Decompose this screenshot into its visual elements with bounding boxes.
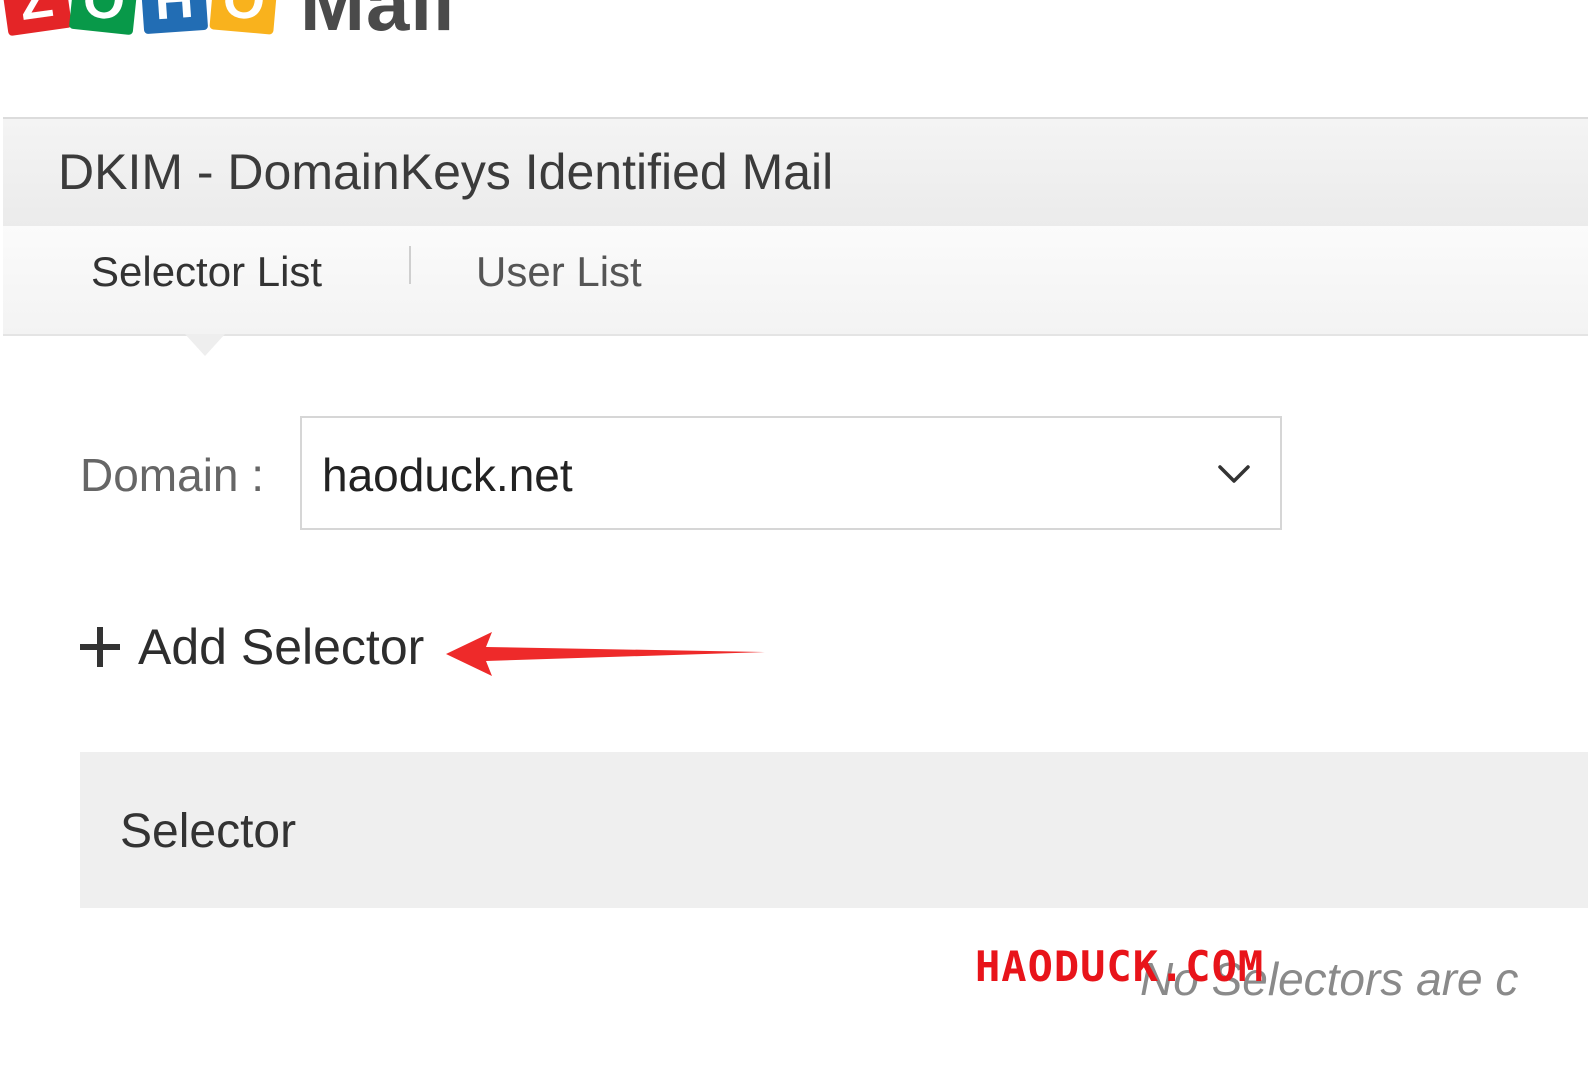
- logo-letter-o-2: O: [209, 0, 279, 35]
- tab-bar: Selector List User List: [3, 226, 1588, 336]
- logo-letter-o: O: [68, 0, 140, 36]
- page: Z O H O Mail DKIM - DomainKeys Identifie…: [0, 0, 1588, 1069]
- domain-label: Domain :: [80, 449, 265, 501]
- domain-select[interactable]: haoduck.net: [300, 416, 1282, 530]
- table-header: Selector: [80, 752, 1588, 908]
- column-header-selector: Selector: [120, 805, 297, 858]
- add-selector-label: Add Selector: [138, 619, 425, 675]
- logo-product-name: Mail: [300, 0, 456, 47]
- logo-letter-h: H: [139, 0, 209, 35]
- page-header: DKIM - DomainKeys Identified Mail: [3, 117, 1588, 228]
- plus-icon: [80, 627, 120, 667]
- active-tab-pointer: [185, 334, 225, 356]
- tab-selector-list[interactable]: Selector List: [91, 248, 322, 296]
- tab-user-list[interactable]: User List: [476, 248, 642, 296]
- tab-divider: [409, 246, 411, 284]
- add-selector-button[interactable]: Add Selector: [78, 612, 424, 682]
- watermark: HAODUCK.COM: [975, 942, 1265, 991]
- chevron-down-icon: [1218, 465, 1250, 483]
- domain-value: haoduck.net: [322, 449, 573, 501]
- red-arrow-annotation: [446, 632, 765, 676]
- logo-letter-z: Z: [0, 0, 73, 37]
- page-title: DKIM - DomainKeys Identified Mail: [58, 144, 834, 200]
